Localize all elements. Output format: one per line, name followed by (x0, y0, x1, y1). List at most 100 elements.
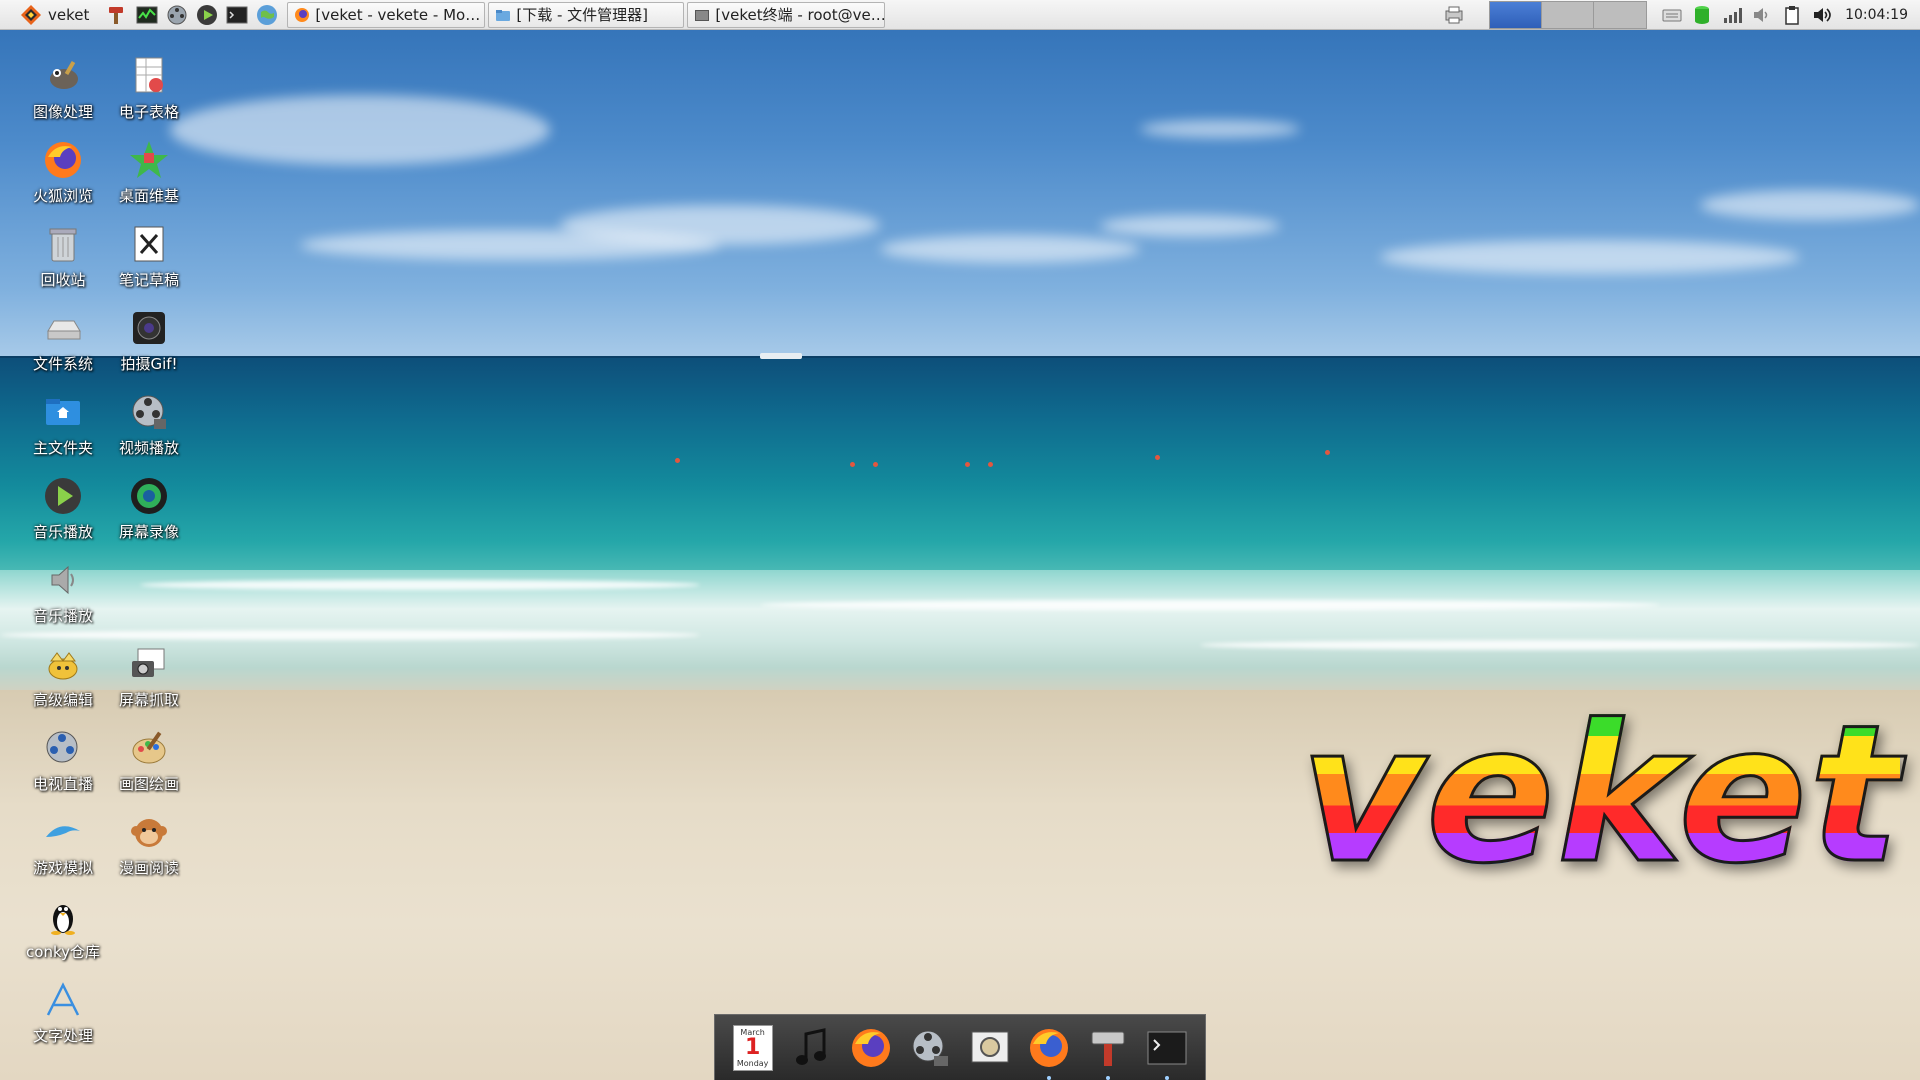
wallpaper-buoy (1325, 450, 1330, 455)
dock-calendar[interactable]: March 1 Monday (729, 1024, 777, 1072)
desktop-icon-desktop-wiki[interactable]: 桌面维基 (106, 138, 192, 218)
play-icon (45, 478, 81, 514)
running-indicator (1165, 1075, 1170, 1080)
globe-icon (257, 4, 278, 25)
play-icon (197, 4, 218, 25)
panel-clock[interactable]: 10:04:19 (1837, 7, 1920, 23)
wallpaper-cloud (1100, 215, 1280, 237)
screenshot-camera-icon (132, 648, 165, 677)
writer-a-icon (46, 982, 80, 1016)
firefox-icon (295, 7, 310, 22)
desktop-icon-home-folder[interactable]: 主文件夹 (20, 390, 106, 470)
film-reel-icon (167, 5, 187, 24)
desktop-icon-screen-recorder[interactable]: 屏幕录像 (106, 474, 192, 554)
desktop-icon-screenshot[interactable]: 屏幕抓取 (106, 642, 192, 722)
firefox-icon (1029, 1028, 1068, 1067)
music-note-icon (795, 1027, 826, 1065)
dock-video-player[interactable] (906, 1024, 954, 1072)
desktop-icon-image-editor[interactable]: 图像处理 (20, 54, 106, 134)
desktop-icon-advanced-editor[interactable]: 高级编辑 (20, 642, 106, 722)
desktop-icon-spreadsheet[interactable]: 电子表格 (106, 54, 192, 134)
gimp-icon (50, 60, 78, 89)
wallpaper-foam (760, 600, 1660, 610)
wallpaper-foam (140, 580, 700, 590)
task-label: [veket终端 - root@ve… (715, 6, 886, 24)
running-indicator (1106, 1075, 1111, 1080)
browser-globe-launcher[interactable] (255, 3, 279, 27)
desktop-icon-word-processor[interactable]: 文字处理 (20, 978, 106, 1058)
wallpaper-ship (760, 353, 802, 359)
terminal-icon (226, 6, 248, 23)
desktop-icon-music-player[interactable]: 音乐播放 (20, 474, 106, 554)
notepad-x-icon (134, 226, 164, 262)
top-panel: veket [veket - vekete - Mo… [下载 - 文件管理器]… (0, 0, 1920, 30)
task-file-manager-window[interactable]: [下载 - 文件管理器] (488, 1, 685, 28)
clipboard-icon (1785, 6, 1799, 25)
firefox-icon (852, 1028, 891, 1067)
camera-lens-icon (133, 312, 165, 344)
desktop-icon-paint[interactable]: 画图绘画 (106, 726, 192, 806)
desktop-2-button[interactable] (1542, 2, 1595, 28)
desktop-icon-game-emulator[interactable]: 游戏模拟 (20, 810, 106, 890)
speaker-icon (51, 565, 74, 595)
terminal-launcher[interactable] (225, 3, 249, 27)
keyboard-icon (1662, 9, 1682, 22)
desktop-icon-live-tv[interactable]: 电视直播 (20, 726, 106, 806)
dolphin-icon (46, 826, 80, 837)
trash-icon (49, 228, 77, 262)
wallpaper-cloud (1700, 190, 1920, 220)
wallpaper-foam (1200, 640, 1920, 650)
task-label: [veket - vekete - Mo… (315, 5, 481, 24)
running-indicator (1046, 1075, 1051, 1080)
desktop-icon-audio-player[interactable]: 音乐播放 (20, 558, 106, 638)
taskbar: [veket - vekete - Mo… [下载 - 文件管理器] [veke… (287, 0, 888, 30)
dock-music[interactable] (788, 1024, 836, 1072)
desktop-1-button[interactable] (1490, 2, 1543, 28)
monkey-face-icon (131, 819, 167, 847)
desktop-icon-grid: 图像处理 电子表格 火狐浏览 桌面维基 回收站 笔记草稿 文件系统 拍摄Gif!… (0, 34, 190, 1080)
wiki-star-icon (130, 141, 168, 178)
editor-crown-icon (48, 652, 78, 680)
dock-terminal[interactable] (1143, 1024, 1191, 1080)
media-player-launcher[interactable] (165, 3, 189, 27)
desktop-icon-notes[interactable]: 笔记草稿 (106, 222, 192, 302)
desktop-icon-file-system[interactable]: 文件系统 (20, 306, 106, 386)
wallpaper-buoy (850, 462, 855, 467)
film-reel-icon (912, 1030, 949, 1066)
network-tray-button[interactable] (1720, 3, 1744, 27)
desktop-icon-firefox[interactable]: 火狐浏览 (20, 138, 106, 218)
screenshot-tray-button[interactable] (1442, 3, 1466, 27)
dock-firefox-2[interactable] (1025, 1024, 1073, 1080)
quick-launch-bar (97, 0, 287, 30)
film-reel-icon (132, 395, 166, 429)
mixer-tray-button[interactable] (1750, 3, 1774, 27)
dock-firefox[interactable] (847, 1024, 895, 1072)
task-browser-window[interactable]: [veket - vekete - Mo… (287, 1, 486, 28)
keyboard-tray-button[interactable] (1660, 3, 1684, 27)
record-lens-icon (131, 478, 167, 514)
bottom-dock: March 1 Monday (714, 1014, 1206, 1080)
start-menu-button[interactable]: veket (0, 0, 97, 30)
desktop-3-button[interactable] (1594, 2, 1647, 28)
dock-image-viewer[interactable] (966, 1024, 1014, 1072)
hammer-tool-launcher[interactable] (105, 3, 129, 27)
clipboard-tray-button[interactable] (1780, 3, 1804, 27)
folder-icon (496, 9, 511, 21)
speaker-small-icon (1754, 8, 1768, 22)
desktop-icon-video-player[interactable]: 视频播放 (106, 390, 192, 470)
desktop-icon-gif-recorder[interactable]: 拍摄Gif! (106, 306, 192, 386)
music-player-launcher[interactable] (195, 3, 219, 27)
veket-logo-text: veket (1299, 684, 1902, 905)
task-terminal-window[interactable]: [veket终端 - root@ve… (687, 1, 886, 28)
panel-right-area: 10:04:19 (1439, 0, 1920, 30)
desktop-icon-trash[interactable]: 回收站 (20, 222, 106, 302)
volume-tray-button[interactable] (1810, 3, 1834, 27)
wallpaper-cloud (170, 95, 550, 165)
desktop-icon-comic-reader[interactable]: 漫画阅读 (106, 810, 192, 890)
system-monitor-launcher[interactable] (135, 3, 159, 27)
desktop-icon-conky-repo[interactable]: conky仓库 (20, 894, 106, 974)
hammer-icon (1091, 1031, 1125, 1066)
dock-system-tool[interactable] (1084, 1024, 1132, 1080)
storage-tray-button[interactable] (1690, 3, 1714, 27)
wallpaper-cloud (880, 235, 1140, 263)
